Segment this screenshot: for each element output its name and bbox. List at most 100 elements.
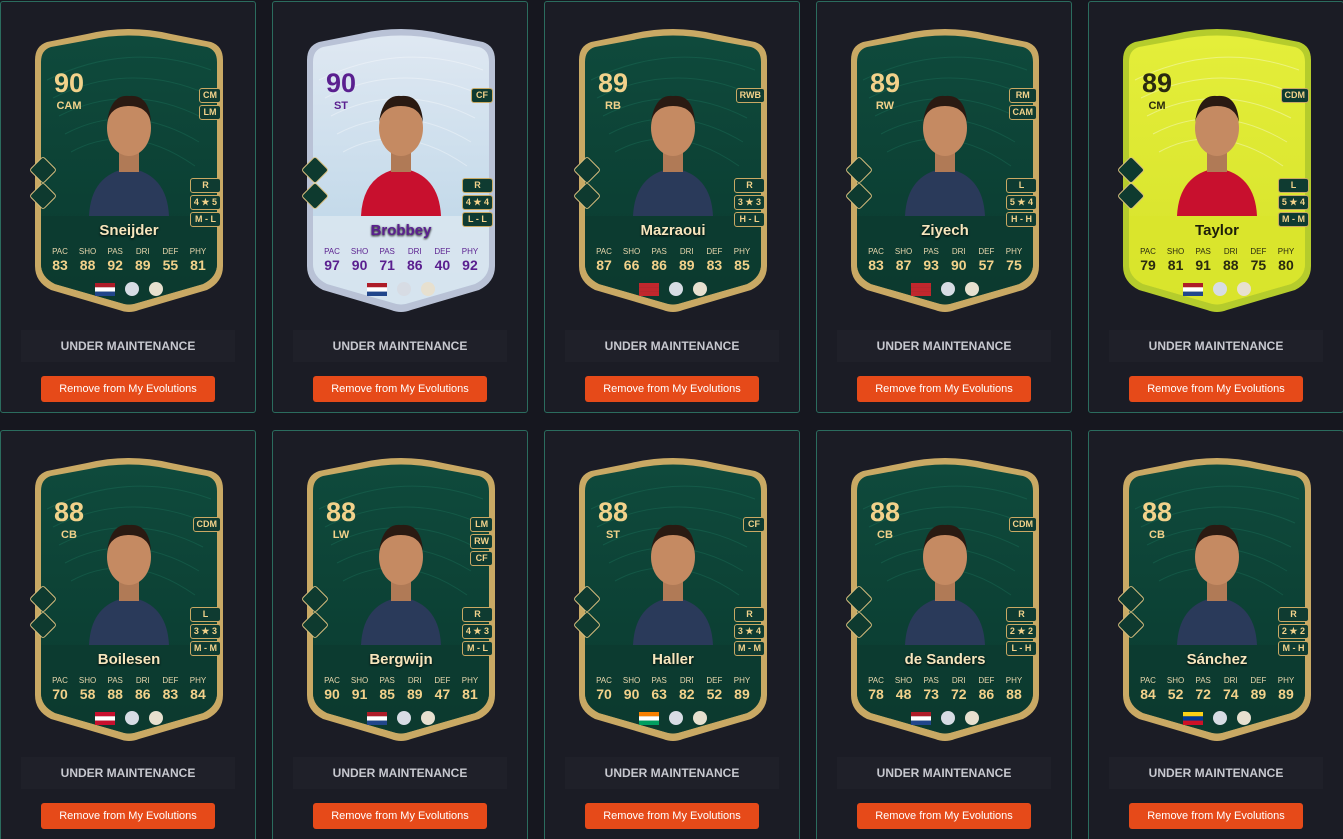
- stat-value: 90: [950, 257, 967, 273]
- player-card[interactable]: 89 RB RWB R 3 ★ 3H - L Mazraoui PAC 87 SHO 66 PAS 8…: [571, 20, 775, 316]
- player-photo: [89, 95, 169, 216]
- stat-value: 84: [1140, 686, 1156, 702]
- stat-def: DEF 86: [973, 676, 999, 702]
- foot-chip: R: [1005, 607, 1037, 622]
- playstyle-icon: [1116, 610, 1146, 640]
- league-logo-icon: [669, 282, 683, 296]
- player-card[interactable]: 88 LW LM RW CF R 4 ★ 3M - L Bergwijn PAC 90 SHO 91 P…: [299, 449, 503, 745]
- player-name: Haller: [652, 651, 694, 668]
- stat-value: 83: [162, 686, 179, 702]
- player-position: ST: [605, 529, 621, 541]
- player-card[interactable]: 89 RW RM CAM L 5 ★ 4H - H Ziyech PAC 83 SHO 87 PAS 9…: [843, 20, 1047, 316]
- stat-value: 71: [379, 257, 395, 273]
- stat-value: 88: [107, 686, 123, 702]
- stat-label: PAS: [379, 676, 395, 685]
- club-crest-icon: [149, 282, 163, 296]
- player-card[interactable]: 88 CB R 2 ★ 2M - H Sánchez PAC 84 SHO 52 PAS 72 DRI…: [1115, 449, 1319, 745]
- stats-row: PAC 83 SHO 88 PAS 92 DRI 89 DEF 55 PHY 81: [47, 247, 211, 273]
- stat-phy: PHY 88: [1001, 676, 1027, 702]
- stat-pas: PAS 92: [102, 247, 128, 273]
- player-rating: 88: [53, 497, 85, 527]
- stat-value: 89: [678, 257, 695, 273]
- stat-value: 75: [1250, 257, 1267, 273]
- club-crest-icon: [1237, 282, 1251, 296]
- foot-chip: R: [1277, 607, 1309, 622]
- remove-from-evolutions-button[interactable]: Remove from My Evolutions: [585, 376, 759, 402]
- playstyle-icon: [28, 155, 58, 185]
- remove-from-evolutions-button[interactable]: Remove from My Evolutions: [857, 376, 1031, 402]
- player-name: Sneijder: [99, 222, 159, 239]
- stat-label: DEF: [1250, 676, 1267, 685]
- badges-row: [27, 711, 231, 725]
- alt-positions: CDM: [192, 517, 221, 532]
- stat-def: DEF 57: [973, 247, 999, 273]
- player-card[interactable]: 90 CAM CM LM R 4 ★ 5M - L Sneijder PAC 83 SHO 88 PA…: [27, 20, 231, 316]
- stat-pac: PAC 70: [591, 676, 617, 702]
- playstyle-icon: [572, 584, 602, 614]
- stat-value: 90: [351, 257, 368, 273]
- maintenance-status: UNDER MAINTENANCE: [21, 330, 235, 362]
- attribute-chips: R4 ★ 4L - L: [461, 178, 493, 227]
- stat-def: DEF 89: [1245, 676, 1271, 702]
- evolution-tile: 88 ST CF R 3 ★ 4M - M Haller PAC 70 SHO 90 PAS 63 DR…: [544, 430, 800, 839]
- playstyle-icon: [28, 181, 58, 211]
- stat-dri: DRI 82: [674, 676, 700, 702]
- league-logo-icon: [125, 282, 139, 296]
- player-photo: [361, 524, 441, 645]
- stat-label: SHO: [78, 247, 97, 256]
- playstyle-icon: [844, 181, 874, 211]
- stat-def: DEF 83: [157, 676, 183, 702]
- playstyle-icon: [300, 584, 330, 614]
- stat-phy: PHY 92: [457, 247, 483, 273]
- alt-position-chip: LM: [199, 105, 221, 120]
- player-card[interactable]: 88 CB CDM L 3 ★ 3M - M Boilesen PAC 70 SHO 58 PAS 8…: [27, 449, 231, 745]
- skills-chip: 3 ★ 3: [733, 195, 765, 210]
- player-photo: [361, 95, 441, 216]
- remove-from-evolutions-button[interactable]: Remove from My Evolutions: [313, 803, 487, 829]
- evolution-tile: 89 RB RWB R 3 ★ 3H - L Mazraoui PAC 87 SHO 66 PAS 8…: [544, 1, 800, 413]
- nation-flag-icon: [95, 282, 115, 296]
- league-logo-icon: [941, 282, 955, 296]
- stat-value: 86: [406, 257, 423, 273]
- remove-from-evolutions-button[interactable]: Remove from My Evolutions: [1129, 803, 1303, 829]
- foot-chip: R: [733, 607, 765, 622]
- club-crest-icon: [693, 711, 707, 725]
- playstyle-icon: [300, 610, 330, 640]
- skills-chip: 2 ★ 2: [1005, 624, 1037, 639]
- evolution-tile: 90 ST CF R 4 ★ 4L - L Brobbey PAC 97 SHO 90 PAS 71 D…: [272, 1, 528, 413]
- club-crest-icon: [421, 282, 435, 296]
- player-card[interactable]: 88 CB CDM R 2 ★ 2L - Hde Sanders PAC 78 SHO 48 PA…: [843, 449, 1047, 745]
- remove-from-evolutions-button[interactable]: Remove from My Evolutions: [313, 376, 487, 402]
- player-position: CB: [61, 529, 77, 541]
- league-logo-icon: [941, 711, 955, 725]
- player-rating: 90: [325, 68, 357, 98]
- stat-phy: PHY 89: [1273, 676, 1299, 702]
- maintenance-status: UNDER MAINTENANCE: [1109, 330, 1323, 362]
- stat-value: 90: [623, 686, 640, 702]
- league-logo-icon: [669, 711, 683, 725]
- player-photo: [905, 524, 985, 645]
- player-card[interactable]: 88 ST CF R 3 ★ 4M - M Haller PAC 70 SHO 90 PAS 63 DR…: [571, 449, 775, 745]
- alt-position-chip: CF: [743, 517, 765, 532]
- stat-value: 74: [1222, 686, 1239, 702]
- remove-from-evolutions-button[interactable]: Remove from My Evolutions: [41, 803, 215, 829]
- stat-label: PAC: [596, 676, 612, 685]
- nation-flag-icon: [639, 282, 659, 296]
- stat-label: PAC: [1140, 676, 1156, 685]
- remove-from-evolutions-button[interactable]: Remove from My Evolutions: [1129, 376, 1303, 402]
- player-card[interactable]: 90 ST CF R 4 ★ 4L - L Brobbey PAC 97 SHO 90 PAS 71 D…: [299, 20, 503, 316]
- evolution-tile: 88 CB CDM R 2 ★ 2L - Hde Sanders PAC 78 SHO 48 PA…: [816, 430, 1072, 839]
- remove-from-evolutions-button[interactable]: Remove from My Evolutions: [585, 803, 759, 829]
- remove-from-evolutions-button[interactable]: Remove from My Evolutions: [41, 376, 215, 402]
- stat-label: DRI: [135, 247, 150, 256]
- club-crest-icon: [965, 282, 979, 296]
- stat-label: DRI: [679, 676, 694, 685]
- alt-positions: CF: [743, 517, 765, 532]
- remove-from-evolutions-button[interactable]: Remove from My Evolutions: [857, 803, 1031, 829]
- stat-pas: PAS 63: [646, 676, 672, 702]
- player-name: Taylor: [1195, 222, 1239, 239]
- alt-positions: CDM: [1280, 88, 1309, 103]
- stat-label: PHY: [461, 247, 479, 256]
- player-card[interactable]: 89 CM CDM L 5 ★ 4M - M Taylor PAC 79 SHO 81 PAS 91 D…: [1115, 20, 1319, 316]
- player-name: Brobbey: [370, 222, 432, 239]
